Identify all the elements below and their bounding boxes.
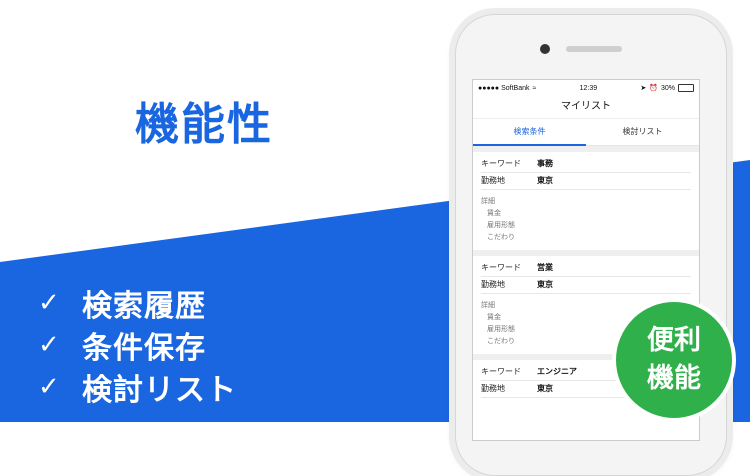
details-label: 詳細 — [481, 198, 495, 205]
check-icon: ✓ — [38, 330, 60, 360]
keyword-value: エンジニア — [537, 367, 577, 376]
location-value: 東京 — [537, 384, 553, 393]
badge-line-1: 便利 — [647, 325, 701, 356]
battery-icon — [677, 84, 694, 92]
carrier-label: ●●●●● SoftBank — [478, 84, 530, 92]
wage-label: 賃金 — [487, 210, 501, 217]
feature-item: ✓ 検索履歴 — [38, 282, 237, 324]
tab-bar: 検索条件 検討リスト — [473, 119, 699, 146]
speaker-grille — [566, 46, 622, 52]
feature-text: 検索履歴 — [82, 289, 206, 324]
keyword-label: キーワード — [481, 263, 521, 272]
tab-search-conditions[interactable]: 検索条件 — [473, 119, 586, 146]
preference-label: こだわり — [487, 234, 515, 241]
check-icon: ✓ — [38, 372, 60, 402]
badge-line-2: 機能 — [647, 363, 701, 394]
wifi-icon: ≈ — [532, 84, 537, 92]
location-value: 東京 — [537, 176, 553, 185]
nav-title: マイリスト — [473, 96, 699, 119]
keyword-value: 営業 — [537, 263, 553, 272]
location-label: 勤務地 — [481, 384, 505, 393]
keyword-value: 事務 — [537, 159, 553, 168]
location-value: 東京 — [537, 280, 553, 289]
location-row: 勤務地 東京 — [481, 173, 691, 190]
feature-item: ✓ 条件保存 — [38, 324, 237, 366]
saved-search-card[interactable]: キーワード 事務 勤務地 東京 詳細 賃金 雇用形態 こだわり — [473, 146, 699, 250]
location-icon: ➤ — [640, 85, 647, 92]
status-time: 12:39 — [579, 84, 598, 92]
feature-list: ✓ 検索履歴 ✓ 条件保存 ✓ 検討リスト — [38, 282, 237, 408]
details-block: 詳細 賃金 雇用形態 こだわり — [481, 190, 691, 244]
keyword-row: キーワード 事務 — [481, 156, 691, 173]
keyword-label: キーワード — [481, 367, 521, 376]
tab-consider-list[interactable]: 検討リスト — [586, 119, 699, 145]
location-label: 勤務地 — [481, 280, 505, 289]
feature-text: 検討リスト — [82, 373, 237, 408]
check-icon: ✓ — [38, 288, 60, 318]
camera-icon — [540, 44, 550, 54]
keyword-label: キーワード — [481, 159, 521, 168]
employment-label: 雇用形態 — [487, 222, 515, 229]
headline: 機能性 — [135, 99, 273, 150]
feature-text: 条件保存 — [82, 331, 206, 366]
keyword-row: キーワード 営業 — [481, 260, 691, 277]
location-label: 勤務地 — [481, 176, 505, 185]
status-bar: ●●●●● SoftBank ≈ 12:39 ➤ ⏰ 30% — [473, 80, 699, 96]
battery-percent: 30% — [660, 84, 675, 92]
location-row: 勤務地 東京 — [481, 277, 691, 294]
alarm-icon: ⏰ — [649, 85, 658, 92]
convenient-feature-badge: 便利 機能 — [612, 298, 736, 422]
feature-item: ✓ 検討リスト — [38, 366, 237, 408]
